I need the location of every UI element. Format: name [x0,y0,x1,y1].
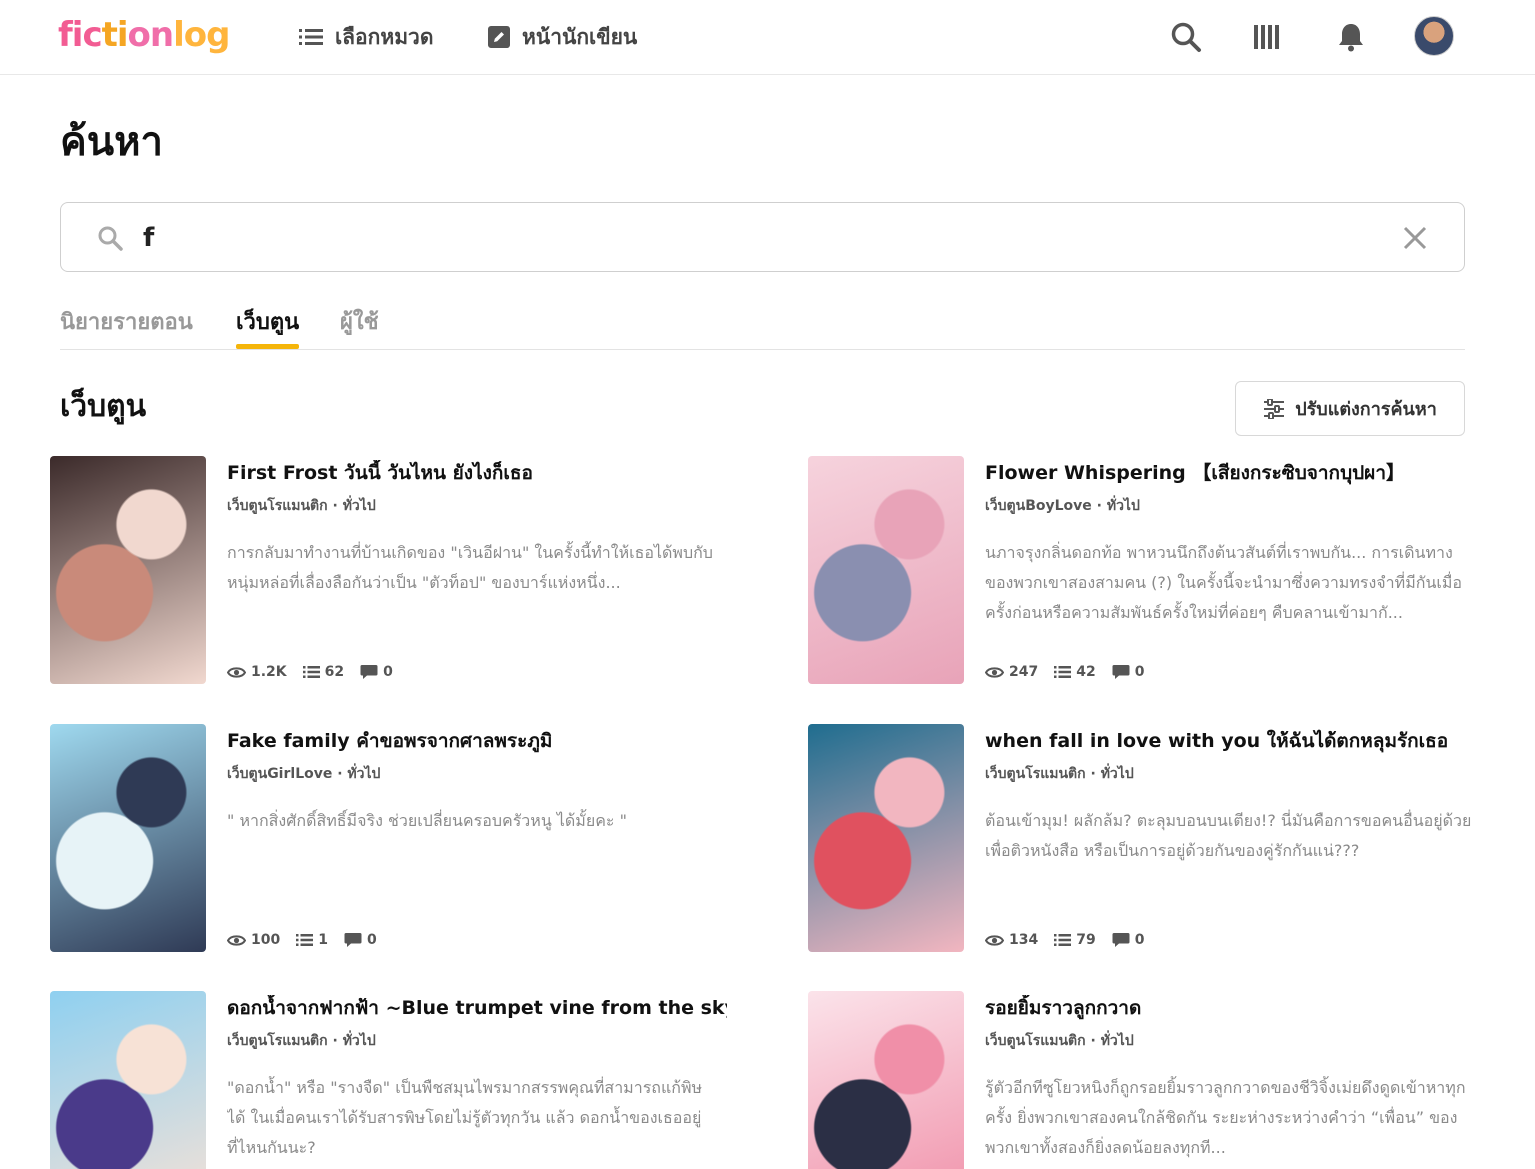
clear-search-icon[interactable] [1402,225,1428,251]
webtoon-title[interactable]: Fake family คำขอพรจากศาลพระภูมิ [227,728,727,754]
webtoon-card[interactable]: Fake family คำขอพรจากศาลพระภูมิ เว็บตูนG… [50,724,730,952]
chapters-stat: 79 [1054,932,1096,948]
tab-webtoon[interactable]: เว็บตูน [236,304,300,349]
webtoon-title[interactable]: First Frost วันนี้ วันไหน ยังไงก็เธอ [227,460,727,486]
webtoon-description: รู้ตัวอีกทีซูโยวหนิงก็ถูกรอยยิ้มราวลูกกว… [985,1078,1466,1157]
comment-icon [1112,665,1130,679]
chapters-stat: 62 [302,664,345,680]
webtoon-description: นภาจรุงกลิ่นดอกท้อ พาหวนนึกถึงต้นวสันต์ท… [985,543,1463,622]
webtoon-stats: 247 42 0 [985,664,1160,680]
search-icon[interactable] [1168,19,1204,55]
views-count: 247 [1009,664,1039,680]
webtoon-cover-image[interactable] [808,456,964,684]
webtoon-stats: 134 79 0 [985,932,1160,948]
list-icon [296,934,314,946]
user-avatar[interactable] [1414,16,1454,56]
views-count: 100 [251,932,281,948]
nav-writer-label: หน้านักเขียน [522,24,638,49]
chapters-count: 1 [318,932,328,948]
comments-count: 0 [1134,932,1145,948]
webtoon-cover-image[interactable] [808,991,964,1169]
eye-icon [985,934,1004,946]
views-stat: 134 [985,932,1038,948]
webtoon-genre: เว็บตูนโรแมนติก · ทั่วไป [227,498,376,514]
list-icon [302,666,320,678]
webtoon-card[interactable]: when fall in love with you ให้ฉันได้ตกหล… [808,724,1488,952]
nav-categories-label: เลือกหมวด [335,24,434,49]
chapters-count: 79 [1076,932,1096,948]
webtoon-genre: เว็บตูนโรแมนติก · ทั่วไป [227,1033,376,1049]
eye-icon [227,666,246,678]
chapters-stat: 42 [1054,664,1096,680]
webtoon-description: " หากสิ่งศักดิ์สิทธิ์มีจริง ช่วยเปลี่ยนค… [227,811,627,830]
webtoon-cover-image[interactable] [50,456,206,684]
list-icon [1054,934,1072,946]
comments-stat: 0 [1112,932,1145,948]
comment-icon [344,933,362,947]
webtoon-card[interactable]: ดอกน้ำจากฟากฟ้า ~Blue trumpet vine from … [50,991,730,1169]
tab-novels[interactable]: นิยายรายตอน [60,304,193,348]
search-icon [98,226,123,251]
comments-stat: 0 [360,664,393,680]
eye-icon [227,934,246,946]
views-stat: 100 [227,932,280,948]
webtoon-stats: 100 1 0 [227,932,393,948]
chapters-count: 42 [1076,664,1096,680]
comments-count: 0 [366,932,377,948]
webtoon-genre: เว็บตูนโรแมนติก · ทั่วไป [985,1033,1134,1049]
page-title: ค้นหา [60,119,163,165]
webtoon-cover-image[interactable] [808,724,964,952]
webtoon-cover-image[interactable] [50,724,206,952]
webtoon-title[interactable]: when fall in love with you ให้ฉันได้ตกหล… [985,728,1485,754]
webtoon-description: ต้อนเข้ามุม! ผลักล้ม? ตะลุมบอนบนเตียง!? … [985,811,1472,860]
webtoon-title[interactable]: รอยยิ้มราวลูกกวาด [985,995,1485,1021]
webtoon-description: "ดอกน้ำ" หรือ "รางจืด" เป็นพืชสมุนไพรมาก… [227,1078,703,1157]
webtoon-title[interactable]: Flower Whispering 【เสียงกระซิบจากบุปผา】 [985,460,1485,486]
search-tabs: นิยายรายตอน เว็บตูน ผู้ใช้ [60,298,1465,350]
sliders-icon [1264,398,1285,419]
comments-count: 0 [1134,664,1145,680]
webtoon-card[interactable]: First Frost วันนี้ วันไหน ยังไงก็เธอ เว็… [50,456,730,684]
views-stat: 247 [985,664,1038,680]
section-title: เว็บตูน [60,389,147,424]
comment-icon [1112,933,1130,947]
nav-categories[interactable]: เลือกหมวด [299,20,434,54]
tab-users[interactable]: ผู้ใช้ [340,304,379,348]
views-stat: 1.2K [227,664,287,680]
search-input[interactable] [143,217,1343,259]
fictionlog-logo[interactable]: fictionlog [58,12,230,58]
webtoon-genre: เว็บตูนGirlLove · ทั่วไป [227,766,381,782]
comments-stat: 0 [344,932,377,948]
views-count: 1.2K [251,664,287,680]
comments-count: 0 [383,664,393,680]
nav-writer-page[interactable]: หน้านักเขียน [488,20,637,54]
chapters-stat: 1 [296,932,328,948]
webtoon-title[interactable]: ดอกน้ำจากฟากฟ้า ~Blue trumpet vine from … [227,995,727,1021]
webtoon-description: การกลับมาทำงานที่บ้านเกิดของ "เวินอีฝาน"… [227,543,713,592]
comments-stat: 0 [1112,664,1145,680]
comment-icon [360,665,378,679]
webtoon-genre: เว็บตูนBoyLove · ทั่วไป [985,498,1140,514]
list-icon [1054,666,1072,678]
views-count: 134 [1009,932,1039,948]
library-icon[interactable] [1250,19,1286,55]
list-icon [299,29,323,45]
webtoon-genre: เว็บตูนโรแมนติก · ทั่วไป [985,766,1134,782]
search-box [60,202,1465,272]
chapters-count: 62 [324,664,345,680]
webtoon-card[interactable]: รอยยิ้มราวลูกกวาด เว็บตูนโรแมนติก · ทั่ว… [808,991,1488,1169]
edit-icon [488,26,510,48]
webtoon-card[interactable]: Flower Whispering 【เสียงกระซิบจากบุปผา】 … [808,456,1488,684]
refine-search-label: ปรับแต่งการค้นหา [1295,399,1437,420]
webtoon-stats: 1.2K 62 0 [227,664,409,680]
eye-icon [985,666,1004,678]
bell-icon[interactable] [1333,19,1369,55]
webtoon-cover-image[interactable] [50,991,206,1169]
top-navbar: fictionlog เลือกหมวด หน้านักเขียน [0,0,1535,75]
refine-search-button[interactable]: ปรับแต่งการค้นหา [1235,381,1465,436]
